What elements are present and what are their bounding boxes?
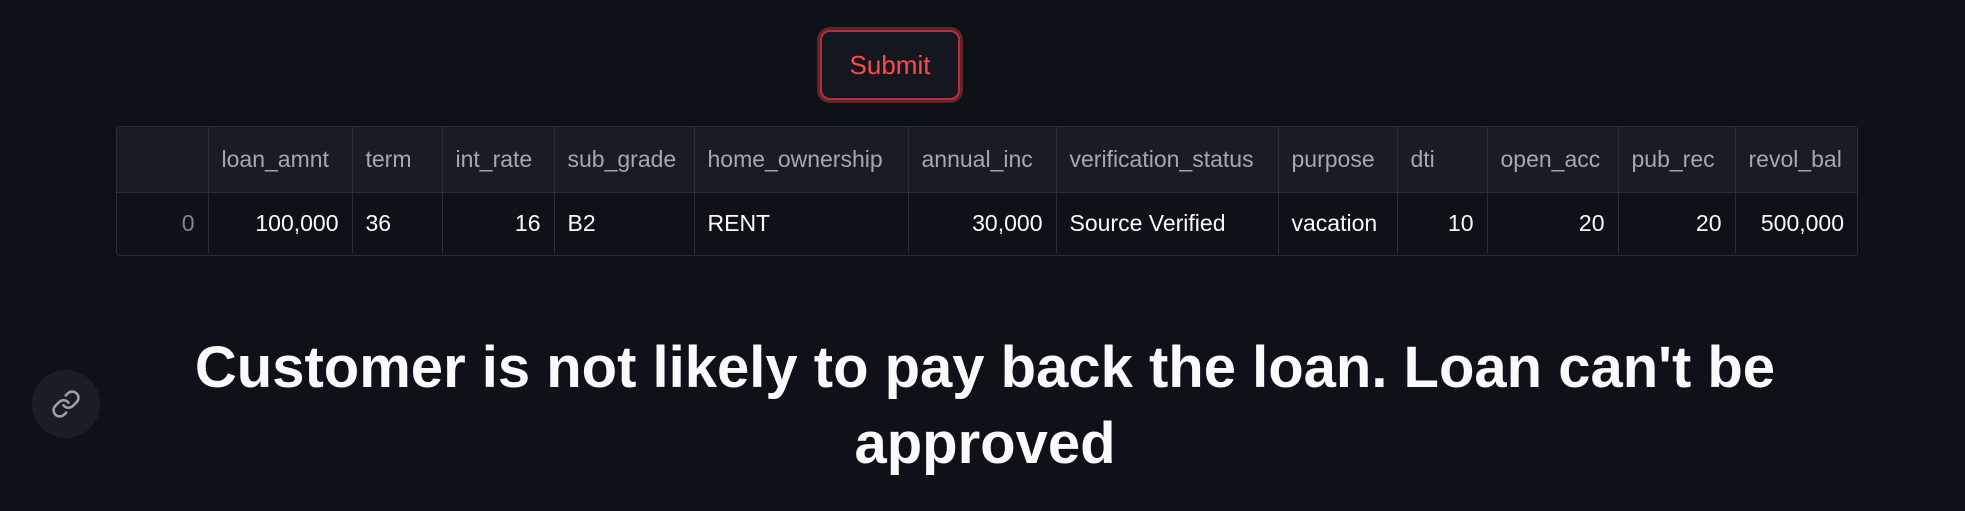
header-row: loan_amnt term int_rate sub_grade home_o… <box>117 127 1857 193</box>
table-cell[interactable]: RENT <box>694 192 909 254</box>
column-header-purpose[interactable]: purpose <box>1278 127 1398 193</box>
column-header-int-rate[interactable]: int_rate <box>442 127 555 193</box>
app-page: Submit loan_amnt term int_rate sub_grade… <box>0 0 1965 511</box>
table-cell[interactable]: 30,000 <box>908 192 1057 254</box>
column-header-home-ownership[interactable]: home_ownership <box>694 127 909 193</box>
prediction-result-heading: Customer is not likely to pay back the l… <box>194 335 1776 476</box>
column-header-loan-amnt[interactable]: loan_amnt <box>208 127 353 193</box>
table-cell[interactable]: vacation <box>1278 192 1398 254</box>
table-cell[interactable]: 20 <box>1618 192 1736 254</box>
table-cell[interactable]: 100,000 <box>208 192 353 254</box>
column-header-open-acc[interactable]: open_acc <box>1487 127 1619 193</box>
column-header-pub-rec[interactable]: pub_rec <box>1618 127 1736 193</box>
link-icon <box>52 390 80 418</box>
submit-button[interactable]: Submit <box>820 30 960 100</box>
column-header-verification-status[interactable]: verification_status <box>1056 127 1279 193</box>
table-cell[interactable]: 10 <box>1397 192 1488 254</box>
column-header-annual-inc[interactable]: annual_inc <box>908 127 1057 193</box>
column-header-revol-bal[interactable]: revol_bal <box>1735 127 1857 193</box>
table-row: 0 100,000 36 16 B2 RENT 30,000 Source Ve… <box>117 192 1857 254</box>
column-header-sub-grade[interactable]: sub_grade <box>554 127 695 193</box>
row-index-cell: 0 <box>117 192 209 254</box>
table-cell[interactable]: 16 <box>442 192 555 254</box>
column-header-index <box>117 127 209 193</box>
table-cell[interactable]: 36 <box>352 192 443 254</box>
table-cell[interactable]: Source Verified <box>1056 192 1279 254</box>
column-header-dti[interactable]: dti <box>1397 127 1488 193</box>
column-header-term[interactable]: term <box>352 127 443 193</box>
dataframe-table: loan_amnt term int_rate sub_grade home_o… <box>117 127 1857 254</box>
anchor-link-button[interactable] <box>32 370 100 438</box>
table-cell[interactable]: 500,000 <box>1735 192 1857 254</box>
table-cell[interactable]: 20 <box>1487 192 1619 254</box>
table-cell[interactable]: B2 <box>554 192 695 254</box>
dataframe[interactable]: loan_amnt term int_rate sub_grade home_o… <box>116 126 1858 256</box>
